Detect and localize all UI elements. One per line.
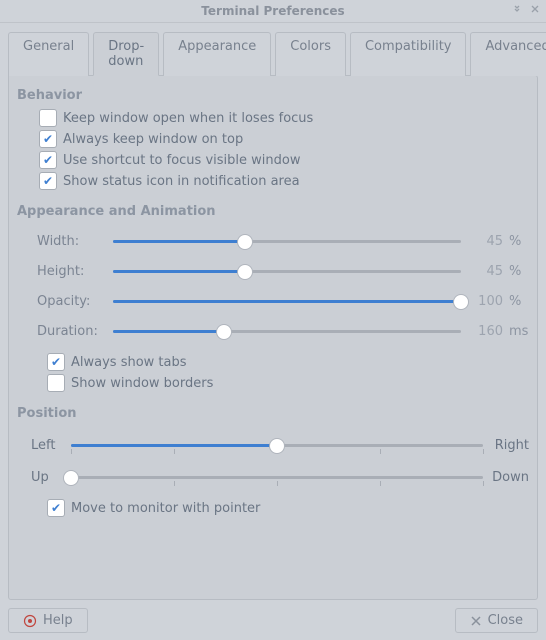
always-show-tabs-checkbox[interactable] (47, 353, 65, 371)
close-button[interactable]: Close (455, 608, 538, 633)
tab-colors[interactable]: Colors (275, 32, 346, 76)
show-borders-label: Show window borders (71, 376, 213, 391)
minimize-icon[interactable] (510, 2, 524, 16)
help-icon (23, 614, 37, 628)
window-title: Terminal Preferences (201, 4, 344, 18)
appearance-heading: Appearance and Animation (17, 204, 529, 219)
titlebar: Terminal Preferences (0, 0, 546, 23)
keep-on-top-label: Always keep window on top (63, 132, 243, 147)
opacity-label: Opacity: (37, 294, 107, 309)
tab-bar: General Drop-down Appearance Colors Comp… (8, 31, 538, 75)
show-borders-checkbox[interactable] (47, 374, 65, 392)
pos-left-label: Left (31, 438, 67, 453)
horizontal-position-slider[interactable] (71, 437, 483, 453)
keep-open-checkbox[interactable] (39, 109, 57, 127)
height-value: 45 (467, 264, 503, 279)
help-button-label: Help (43, 613, 73, 628)
close-icon[interactable] (528, 2, 542, 16)
vertical-position-slider[interactable] (71, 469, 483, 485)
close-button-label: Close (488, 613, 523, 628)
duration-label: Duration: (37, 324, 107, 339)
keep-open-label: Keep window open when it loses focus (63, 111, 313, 126)
tab-compatibility[interactable]: Compatibility (350, 32, 467, 76)
opacity-slider[interactable] (113, 293, 461, 309)
width-slider[interactable] (113, 233, 461, 249)
tab-general[interactable]: General (8, 32, 89, 76)
always-show-tabs-label: Always show tabs (71, 355, 187, 370)
keep-on-top-checkbox[interactable] (39, 130, 57, 148)
pos-right-label: Right (487, 438, 529, 453)
behavior-heading: Behavior (17, 88, 529, 103)
move-to-monitor-checkbox[interactable] (47, 499, 65, 517)
width-unit: % (509, 234, 529, 249)
help-button[interactable]: Help (8, 608, 88, 633)
opacity-unit: % (509, 294, 529, 309)
width-label: Width: (37, 234, 107, 249)
height-slider[interactable] (113, 263, 461, 279)
pos-up-label: Up (31, 470, 67, 485)
duration-unit: ms (509, 324, 529, 339)
position-heading: Position (17, 406, 529, 421)
height-label: Height: (37, 264, 107, 279)
height-unit: % (509, 264, 529, 279)
duration-value: 160 (467, 324, 503, 339)
tab-advanced[interactable]: Advanced (470, 32, 546, 76)
tab-appearance[interactable]: Appearance (163, 32, 271, 76)
pos-down-label: Down (487, 470, 529, 485)
tab-page-drop-down: Behavior Keep window open when it loses … (8, 75, 538, 600)
close-button-icon (470, 615, 482, 627)
width-value: 45 (467, 234, 503, 249)
preferences-window: Terminal Preferences General Drop-down A… (0, 0, 546, 640)
opacity-value: 100 (467, 294, 503, 309)
focus-shortcut-label: Use shortcut to focus visible window (63, 153, 300, 168)
move-to-monitor-label: Move to monitor with pointer (71, 501, 260, 516)
focus-shortcut-checkbox[interactable] (39, 151, 57, 169)
status-icon-label: Show status icon in notification area (63, 174, 300, 189)
tab-drop-down[interactable]: Drop-down (93, 32, 159, 76)
status-icon-checkbox[interactable] (39, 172, 57, 190)
duration-slider[interactable] (113, 323, 461, 339)
